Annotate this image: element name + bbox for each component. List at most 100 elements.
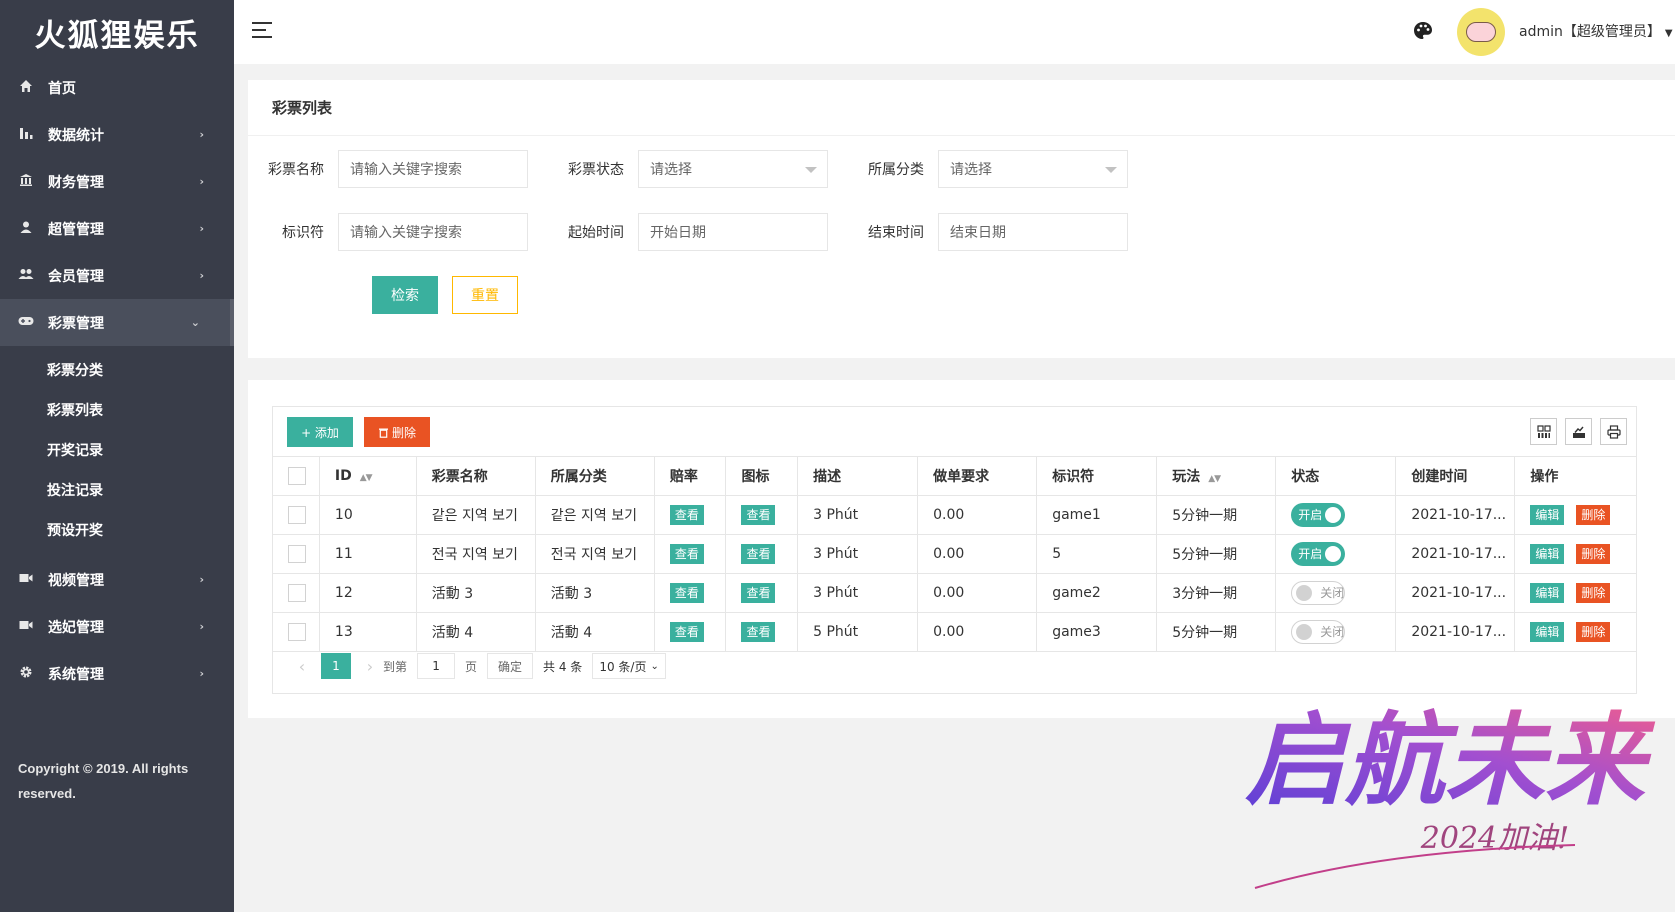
sidebar-item-finance[interactable]: 财务管理 › xyxy=(0,158,234,205)
sidebar-item-video[interactable]: 视频管理 › xyxy=(0,556,234,603)
status-toggle[interactable]: 关闭 xyxy=(1291,580,1346,605)
lottery-table: ID ▲▼ 彩票名称 所属分类 赔率 图标 描述 做单要求 标识符 玩法 ▲▼ 状态… xyxy=(273,457,1636,652)
column-header-requirement: 做单要求 xyxy=(917,457,1038,496)
view-odds-button[interactable]: 查看 xyxy=(669,621,704,642)
view-icon-button[interactable]: 查看 xyxy=(741,504,776,525)
edit-button[interactable]: 编辑 xyxy=(1530,582,1565,603)
delete-button[interactable]: 删除 xyxy=(1576,582,1611,603)
goto-confirm-button[interactable]: 确定 xyxy=(487,653,534,679)
edit-button[interactable]: 编辑 xyxy=(1530,543,1565,564)
edit-button[interactable]: 编辑 xyxy=(1530,621,1565,642)
user-icon xyxy=(16,220,36,238)
cell-play: 5分钟一期 xyxy=(1156,495,1277,535)
slogan-main: 启航未来 xyxy=(1245,701,1656,819)
form-row-name: 彩票名称 请输入关键字搜索 xyxy=(248,150,528,188)
sort-icon[interactable]: ▲▼ xyxy=(1208,474,1221,484)
row-checkbox[interactable] xyxy=(288,505,306,524)
view-icon-button[interactable]: 查看 xyxy=(741,582,776,603)
copyright-text: Copyright © 2019. All rights reserved. xyxy=(18,761,189,801)
sidebar-item-label: 会员管理 xyxy=(48,268,104,285)
select-all-checkbox[interactable] xyxy=(288,466,306,485)
sidebar-item-lottery[interactable]: 彩票管理 ⌄ xyxy=(0,299,234,346)
palette-icon[interactable] xyxy=(1412,20,1434,42)
start-date-input[interactable]: 开始日期 xyxy=(638,213,828,251)
menu-toggle-icon[interactable] xyxy=(252,22,272,38)
row-checkbox[interactable] xyxy=(288,544,306,563)
delete-button[interactable]: 删除 xyxy=(1576,504,1611,525)
sidebar-item-members[interactable]: 会员管理 › xyxy=(0,252,234,299)
view-icon-button[interactable]: 查看 xyxy=(741,543,776,564)
sort-icon[interactable]: ▲▼ xyxy=(360,473,373,483)
sidebar: 火狐狸娱乐 首页 数据统计 › 财务管理 › 超管管理 › 会员管理 › 彩票管… xyxy=(0,0,234,912)
cell-name: 活動 3 xyxy=(416,573,536,613)
lottery-status-select[interactable]: 请选择 xyxy=(638,150,828,188)
cell-key: game2 xyxy=(1036,573,1158,613)
end-date-input[interactable]: 结束日期 xyxy=(938,213,1128,251)
subnav-lottery-list[interactable]: 彩票列表 xyxy=(0,390,234,430)
cell-desc: 3 Phút xyxy=(797,495,919,535)
sidebar-item-system[interactable]: 系统管理 › xyxy=(0,650,234,697)
sidebar-item-admin[interactable]: 超管管理 › xyxy=(0,205,234,252)
cell-desc: 5 Phút xyxy=(797,612,919,652)
chevron-right-icon: › xyxy=(199,620,204,633)
subnav-bet-records[interactable]: 投注记录 xyxy=(0,470,234,510)
print-icon[interactable] xyxy=(1600,418,1627,445)
column-header-desc: 描述 xyxy=(797,457,919,496)
user-menu[interactable]: admin【超级管理员】 ▼ xyxy=(1519,21,1673,41)
column-header-name: 彩票名称 xyxy=(416,457,536,496)
delete-button[interactable]: 删除 xyxy=(1576,543,1611,564)
subnav-draw-records[interactable]: 开奖记录 xyxy=(0,430,234,470)
slogan-sub: 2024加油! xyxy=(1420,821,1569,856)
status-toggle[interactable]: 开启 xyxy=(1291,502,1346,527)
prev-page-icon[interactable]: ‹ xyxy=(289,657,315,676)
search-button[interactable]: 检索 xyxy=(372,276,438,314)
sidebar-item-home[interactable]: 首页 xyxy=(0,64,234,111)
view-odds-button[interactable]: 查看 xyxy=(669,504,704,525)
key-input[interactable]: 请输入关键字搜索 xyxy=(338,213,528,251)
view-odds-button[interactable]: 查看 xyxy=(669,543,704,564)
cell-category: 活動 4 xyxy=(535,612,655,652)
column-header-odds: 赔率 xyxy=(654,457,727,496)
status-toggle[interactable]: 关闭 xyxy=(1291,619,1346,644)
subnav-preset-draw[interactable]: 预设开奖 xyxy=(0,510,234,550)
delete-button[interactable]: 删除 xyxy=(1576,621,1611,642)
page-label: 页 xyxy=(465,659,478,674)
cell-play: 5分钟一期 xyxy=(1156,534,1277,574)
lottery-name-input[interactable]: 请输入关键字搜索 xyxy=(338,150,528,188)
status-select-value: 请选择 xyxy=(650,162,692,178)
category-select[interactable]: 请选择 xyxy=(938,150,1128,188)
sidebar-item-consort[interactable]: 选妃管理 › xyxy=(0,603,234,650)
sidebar-item-stats[interactable]: 数据统计 › xyxy=(0,111,234,158)
status-toggle[interactable]: 开启 xyxy=(1291,541,1346,566)
lottery-status-label: 彩票状态 xyxy=(568,162,624,178)
form-row-key: 标识符 请输入关键字搜索 xyxy=(248,213,528,251)
avatar[interactable] xyxy=(1457,8,1505,56)
subnav-lottery-category[interactable]: 彩票分类 xyxy=(0,350,234,390)
reset-button[interactable]: 重置 xyxy=(452,276,518,314)
column-header-play[interactable]: 玩法 ▲▼ xyxy=(1156,457,1277,496)
export-icon[interactable] xyxy=(1565,418,1592,445)
next-page-icon[interactable]: › xyxy=(357,657,383,676)
view-odds-button[interactable]: 查看 xyxy=(669,582,704,603)
row-checkbox[interactable] xyxy=(288,583,306,602)
row-checkbox[interactable] xyxy=(288,622,306,641)
cell-name: 같은 지역 보기 xyxy=(416,495,536,535)
batch-delete-button[interactable]: 删除 xyxy=(364,417,430,447)
column-header-id[interactable]: ID ▲▼ xyxy=(319,457,417,496)
add-button[interactable]: + 添加 xyxy=(287,417,353,447)
chevron-right-icon: › xyxy=(199,269,204,282)
edit-button[interactable]: 编辑 xyxy=(1530,504,1565,525)
cell-id: 11 xyxy=(319,534,417,574)
cell-created: 2021-10-17... xyxy=(1395,573,1516,613)
cell-name: 活動 4 xyxy=(416,612,536,652)
batch-delete-label: 删除 xyxy=(391,425,416,440)
columns-filter-icon[interactable] xyxy=(1530,418,1557,445)
cell-requirement: 0.00 xyxy=(917,612,1038,652)
sidebar-item-label: 选妃管理 xyxy=(48,619,104,636)
page-size-select[interactable]: 10 条/页 ⌄ xyxy=(592,653,666,679)
lottery-name-label: 彩票名称 xyxy=(268,162,324,178)
current-page[interactable]: 1 xyxy=(321,653,351,679)
goto-page-input[interactable]: 1 xyxy=(417,653,456,679)
view-icon-button[interactable]: 查看 xyxy=(741,621,776,642)
category-select-value: 请选择 xyxy=(950,162,992,178)
